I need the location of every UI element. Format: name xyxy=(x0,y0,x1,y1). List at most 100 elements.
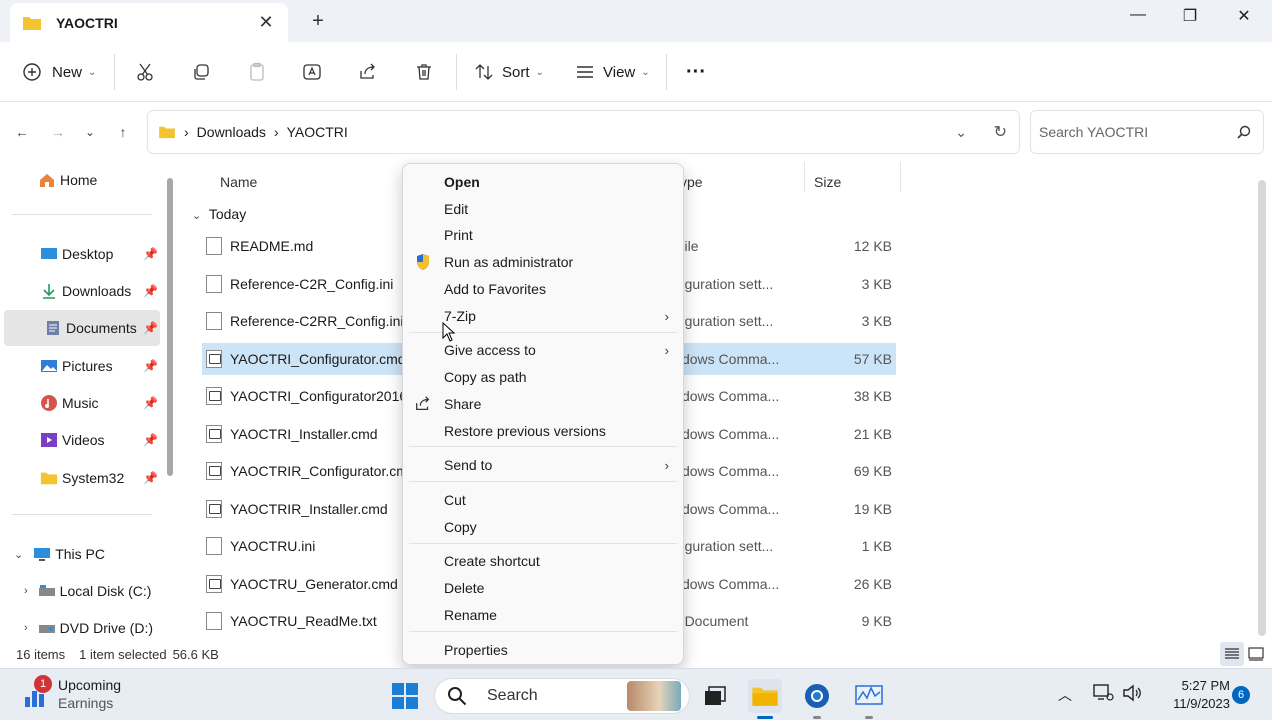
sidebar-item-downloads[interactable]: Downloads 📌 xyxy=(0,273,160,309)
monitor-app-taskbar-button[interactable] xyxy=(852,679,886,719)
widget-badge: 1 xyxy=(34,675,52,693)
divider xyxy=(12,514,152,515)
menu-item-send-to[interactable]: Send to › xyxy=(403,452,683,478)
start-button[interactable] xyxy=(388,679,422,713)
rename-button[interactable] xyxy=(302,58,322,86)
breadcrumb-yaoctri[interactable]: YAOCTRI xyxy=(287,124,348,140)
ini-file-icon xyxy=(206,537,222,555)
copy-button[interactable] xyxy=(191,58,211,86)
sidebar-item-system32[interactable]: System32 📌 xyxy=(0,460,160,496)
breadcrumb-downloads[interactable]: Downloads xyxy=(197,124,266,140)
sidebar-item-label: System32 xyxy=(62,470,125,486)
sidebar-item-this-pc[interactable]: ⌄ This PC xyxy=(0,536,160,572)
menu-item-cut[interactable]: Cut xyxy=(403,487,683,513)
divider xyxy=(12,214,152,215)
menu-item-restore-versions[interactable]: Restore previous versions xyxy=(403,418,683,444)
menu-item-open[interactable]: Open xyxy=(403,169,683,195)
chevron-right-icon[interactable]: › xyxy=(24,622,28,634)
task-view-button[interactable] xyxy=(698,679,732,713)
menu-item-label: Copy xyxy=(444,519,477,535)
menu-item-properties[interactable]: Properties xyxy=(403,637,683,663)
share-button[interactable] xyxy=(358,58,378,86)
more-options-button[interactable]: ··· xyxy=(686,58,706,86)
drive-icon xyxy=(38,585,55,596)
taskbar-search[interactable]: Search xyxy=(434,678,690,714)
notification-count[interactable]: 6 xyxy=(1232,686,1250,704)
details-view-button[interactable] xyxy=(1220,642,1244,666)
up-arrow-icon[interactable]: ↑ xyxy=(113,122,133,142)
sidebar-item-documents[interactable]: Documents 📌 xyxy=(4,310,160,346)
menu-item-label: Print xyxy=(444,227,473,243)
forward-arrow-icon[interactable]: → xyxy=(48,122,68,142)
menu-item-delete[interactable]: Delete xyxy=(403,575,683,601)
delete-button[interactable] xyxy=(414,58,434,86)
sidebar-item-label: Home xyxy=(60,172,98,188)
file-explorer-taskbar-button[interactable] xyxy=(748,679,782,719)
chevron-right-icon[interactable]: › xyxy=(24,585,28,597)
menu-item-add-to-favorites[interactable]: Add to Favorites xyxy=(403,276,683,302)
chevron-right-icon: › xyxy=(664,342,669,358)
search-highlight-image xyxy=(627,681,681,711)
search-input[interactable]: Search YAOCTRI xyxy=(1030,110,1264,154)
file-size: 26 KB xyxy=(853,575,892,592)
menu-item-print[interactable]: Print xyxy=(403,222,683,248)
copy-icon xyxy=(194,64,209,80)
menu-item-copy-as-path[interactable]: Copy as path xyxy=(403,364,683,390)
file-size: 3 KB xyxy=(861,313,892,329)
cmd-file-icon xyxy=(206,499,222,518)
document-file-icon xyxy=(206,237,222,255)
pin-icon: 📌 xyxy=(143,247,158,261)
menu-item-edit[interactable]: Edit xyxy=(403,196,683,222)
network-icon[interactable] xyxy=(1092,683,1114,706)
menu-item-rename[interactable]: Rename xyxy=(403,602,683,628)
file-size: 69 KB xyxy=(853,463,892,479)
sidebar-item-desktop[interactable]: Desktop 📌 xyxy=(0,236,160,272)
sidebar-item-videos[interactable]: Videos 📌 xyxy=(0,422,160,458)
address-bar[interactable]: › Downloads › YAOCTRI ⌄ ↻ xyxy=(147,110,1020,154)
new-tab-button[interactable]: + xyxy=(306,10,330,34)
tab-close-icon[interactable]: ✕ xyxy=(256,12,276,33)
address-dropdown-icon[interactable]: ⌄ xyxy=(955,124,967,141)
menu-item-create-shortcut[interactable]: Create shortcut xyxy=(403,548,683,574)
minimize-button[interactable]: — xyxy=(1116,6,1160,28)
column-header-size[interactable]: Size xyxy=(814,168,841,196)
document-file-icon xyxy=(206,612,222,630)
view-button[interactable]: View ⌄ xyxy=(575,58,650,86)
sort-button[interactable]: Sort ⌄ xyxy=(474,58,544,86)
back-arrow-icon[interactable]: ← xyxy=(12,122,32,142)
large-icons-view-button[interactable] xyxy=(1244,642,1268,666)
chrome-taskbar-button[interactable] xyxy=(800,679,834,719)
close-window-button[interactable]: ✕ xyxy=(1222,6,1266,28)
file-list: Name ype Size ⌄ Today README.mdD File12 … xyxy=(184,162,1254,640)
title-bar: YAOCTRI ✕ + — ❐ ✕ xyxy=(0,0,1272,42)
group-header-today[interactable]: ⌄ Today xyxy=(192,206,246,222)
refresh-icon[interactable]: ↻ xyxy=(994,122,1007,142)
content-scrollbar[interactable] xyxy=(1258,180,1266,636)
volume-icon[interactable] xyxy=(1122,683,1142,706)
sidebar-scrollbar[interactable] xyxy=(167,178,173,476)
sidebar-item-pictures[interactable]: Pictures 📌 xyxy=(0,348,160,384)
clock[interactable]: 5:27 PM 11/9/2023 xyxy=(1150,677,1230,713)
menu-item-label: Open xyxy=(444,174,480,190)
sidebar-item-music[interactable]: Music 📌 xyxy=(0,385,160,421)
cut-button[interactable] xyxy=(135,58,155,86)
menu-item-run-as-admin[interactable]: Run as administrator xyxy=(403,249,683,275)
maximize-button[interactable]: ❐ xyxy=(1168,6,1212,28)
file-name: YAOCTRI_Configurator.cmd xyxy=(230,350,406,367)
file-size: 12 KB xyxy=(853,238,892,254)
new-button[interactable]: New ⌄ xyxy=(22,58,96,86)
menu-item-copy[interactable]: Copy xyxy=(403,514,683,540)
explorer-tab[interactable]: YAOCTRI ✕ xyxy=(10,3,288,42)
widgets-button[interactable]: 1 Upcoming Earnings xyxy=(22,675,162,713)
chevron-down-icon[interactable]: ⌄ xyxy=(14,548,23,561)
search-icon xyxy=(448,687,467,706)
menu-divider xyxy=(409,631,677,632)
recent-chevron-icon[interactable]: ⌄ xyxy=(80,122,100,142)
menu-item-share[interactable]: Share xyxy=(403,391,683,417)
sidebar-item-home[interactable]: Home xyxy=(0,162,160,198)
column-header-name[interactable]: Name xyxy=(220,168,257,196)
chevron-up-icon[interactable]: ︿ xyxy=(1058,685,1072,705)
sidebar-item-local-disk[interactable]: › Local Disk (C:) xyxy=(0,573,170,609)
file-size: 19 KB xyxy=(853,500,892,517)
paste-button[interactable] xyxy=(247,58,267,86)
